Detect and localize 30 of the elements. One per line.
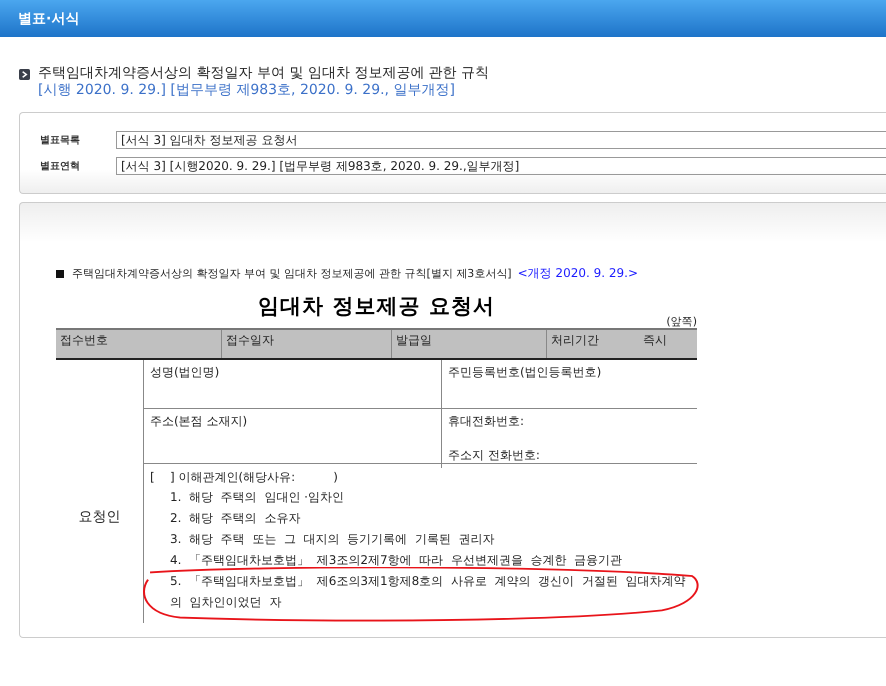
list-item: 4. 「주택임대차보호법」 제3조의2제7항에 따라 우선변제권을 승계한 금융기관 [170, 552, 624, 569]
list-item: 5. 「주택임대차보호법」 제6조의3제1항제8호의 사유로 계약의 갱신이 거절된 임대차계약의 임차인이었던 자 [170, 573, 686, 611]
header-title: 별표·서식 [18, 10, 80, 28]
select-field[interactable]: [서식 3] [시행2020. 9. 29.] [법무부령 제983호, 2020. 9. 29.,일부개정] [116, 157, 886, 175]
field-label: 주민등록번호(법인등록번호) [448, 364, 602, 381]
list-item: 3. 해당 주택 또는 그 대지의 등기기록에 기록된 권리자 [170, 531, 496, 548]
cell-label: 발급일 [396, 332, 432, 349]
field-label: 성명(법인명) [150, 365, 220, 379]
list-item: 2. 해당 주택의 소유자 [170, 510, 302, 527]
amendment-note: <개정 2020. 9. 29.> [518, 265, 638, 282]
cell-value: 즉시 [643, 332, 667, 349]
square-bullet-icon [56, 270, 64, 278]
form-title: 임대차 정보제공 요청서 [258, 294, 495, 318]
cell-label: 접수번호 [60, 332, 108, 349]
field-label: 주소(본점 소재지) [150, 414, 248, 428]
requester-label: 요청인 [78, 508, 122, 526]
cell-label: 접수일자 [226, 332, 274, 349]
cell-label: 처리기간 [551, 332, 599, 349]
list-item: 1. 해당 주택의 임대인 ·임차인 [170, 489, 345, 506]
form-source: 주택임대차계약증서상의 확정일자 부여 및 임대차 정보제공에 관한 규칙[별지 제3호서식] [72, 266, 512, 281]
field-label: 휴대전화번호: [448, 413, 526, 430]
law-history: [시행 2020. 9. 29.] [법무부령 제983호, 2020. 9. 29., 일부개정] [38, 82, 456, 99]
info-label: 별표연혁 [40, 160, 81, 173]
select-field[interactable]: [서식 3] 임대차 정보제공 요청서 [116, 131, 886, 149]
arrow-bullet-icon [19, 69, 30, 80]
field-label: 주소지 전화번호: [448, 447, 541, 464]
info-label: 별표목록 [40, 134, 81, 147]
page-side-label: (앞쪽) [666, 316, 697, 328]
checkbox-label: [ ] 이해관계인(해당사유: ) [150, 469, 339, 486]
law-title: 주택임대차계약증서상의 확정일자 부여 및 임대차 정보제공에 관한 규칙 [38, 65, 490, 82]
